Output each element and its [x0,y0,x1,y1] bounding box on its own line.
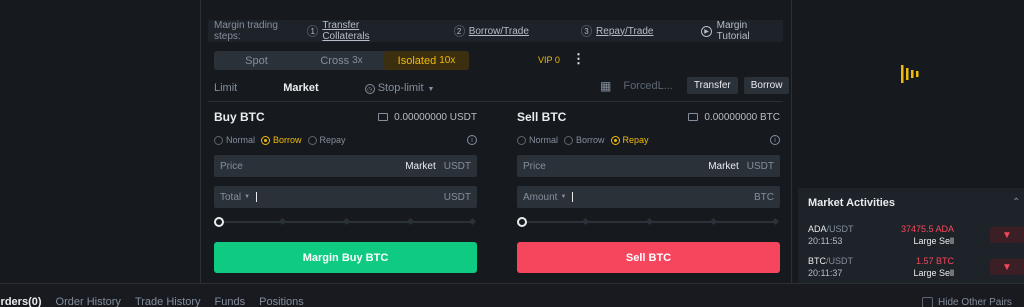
tab-order-history[interactable]: Order History [56,296,121,307]
buy-total-field[interactable]: Total ▼ USDT [214,186,477,208]
play-icon[interactable]: ▶ [701,25,712,37]
radio-borrow[interactable]: Borrow [564,135,605,145]
large-sell-icon: ▼ [990,227,1024,243]
order-type-tabs: Limit Market ◷ Stop-limit ▼ [214,78,434,98]
sell-panel: Sell BTC 0.00000000 BTC Normal Borrow Re… [517,108,780,273]
wallet-icon [378,113,389,121]
mode-isolated[interactable]: Isolated 10x [384,51,469,70]
radio-repay[interactable]: Repay [610,135,649,145]
radio-normal[interactable]: Normal [517,135,558,145]
buy-mode-radios: Normal Borrow Repay i [214,134,477,146]
buy-price-field[interactable]: Price Market USDT [214,155,477,177]
tab-trade-history[interactable]: Trade History [135,296,201,307]
text-cursor [256,192,258,202]
step-number: 1 [307,25,319,37]
chevron-down-icon: ▼ [427,85,435,93]
chart-area-left [0,0,200,283]
calculator-icon[interactable]: ▦ [600,79,611,93]
margin-tutorial-link[interactable]: Margin Tutorial [717,20,777,42]
info-icon[interactable]: i [770,135,780,145]
tab-limit[interactable]: Limit [214,82,237,94]
large-sell-icon: ▼ [990,259,1024,275]
tab-market[interactable]: Market [283,82,318,94]
buy-panel: Buy BTC 0.00000000 USDT Normal Borrow Re… [214,108,477,273]
vip-badge[interactable]: VIP 0 [538,55,560,65]
chevron-down-icon: ▼ [244,194,251,200]
slider-handle[interactable] [214,217,224,227]
tabs-divider [208,101,783,102]
radio-borrow[interactable]: Borrow [261,135,302,145]
margin-buy-button[interactable]: Margin Buy BTC [214,242,477,273]
forced-liquidation-label[interactable]: ForcedL... [623,80,673,92]
buy-title: Buy BTC [214,110,265,124]
buy-balance: 0.00000000 USDT [378,112,477,123]
borrow-button[interactable]: Borrow [743,77,790,94]
step-number: 3 [580,25,593,37]
info-icon[interactable]: i [467,135,477,145]
stop-limit-info-icon: ◷ [364,84,375,95]
order-tools: ▦ ForcedL... Transfer Borrow [600,77,790,94]
tab-funds[interactable]: Funds [215,296,246,307]
more-options-icon[interactable]: ⋮ [572,52,585,65]
sell-mode-radios: Normal Borrow Repay i [517,134,780,146]
wallet-icon [688,113,699,121]
slider-handle[interactable] [517,217,527,227]
sell-price-field[interactable]: Price Market USDT [517,155,780,177]
sell-button[interactable]: Sell BTC [517,242,780,273]
step-transfer-collaterals-link[interactable]: Transfer Collaterals [322,20,401,42]
tab-stop-limit[interactable]: ◷ Stop-limit ▼ [364,82,435,95]
loading-logo-icon [900,63,926,88]
collapse-icon[interactable]: ⌃ [1012,197,1020,208]
market-activities-title: Market Activities [808,197,896,209]
checkbox-icon [922,297,933,307]
sell-title: Sell BTC [517,110,567,124]
tab-positions[interactable]: Positions [259,296,304,307]
step-number: 2 [453,25,465,37]
sell-balance: 0.00000000 BTC [688,112,780,123]
step-borrow-trade-link[interactable]: Borrow/Trade [469,26,529,37]
buy-amount-slider[interactable] [214,217,477,227]
radio-repay[interactable]: Repay [307,135,346,145]
mode-cross[interactable]: Cross 3x [299,51,384,70]
margin-steps-bar: Margin trading steps: 1 Transfer Collate… [208,20,783,42]
list-item[interactable]: ADA/USDT 20:11:53 37475.5 ADA Large Sell… [808,224,1024,248]
step-repay-trade-link[interactable]: Repay/Trade [596,26,653,37]
radio-normal[interactable]: Normal [214,135,255,145]
margin-mode-selector: Spot Cross 3x Isolated 10x [214,51,469,70]
sell-amount-field[interactable]: Amount ▼ BTC [517,186,780,208]
mode-spot[interactable]: Spot [214,51,299,70]
hide-other-pairs-checkbox[interactable]: Hide Other Pairs [922,297,1012,307]
steps-label: Margin trading steps: [214,20,278,42]
tab-orders[interactable]: Orders(0) [0,296,42,307]
transfer-button[interactable]: Transfer [686,77,738,94]
list-item[interactable]: BTC/USDT 20:11:37 1.57 BTC Large Sell ▼ [808,256,1024,280]
sell-amount-slider[interactable] [517,217,780,227]
orders-tabs: Orders(0) Order History Trade History Fu… [0,296,318,307]
text-cursor [572,192,574,202]
chevron-down-icon: ▼ [560,194,567,200]
